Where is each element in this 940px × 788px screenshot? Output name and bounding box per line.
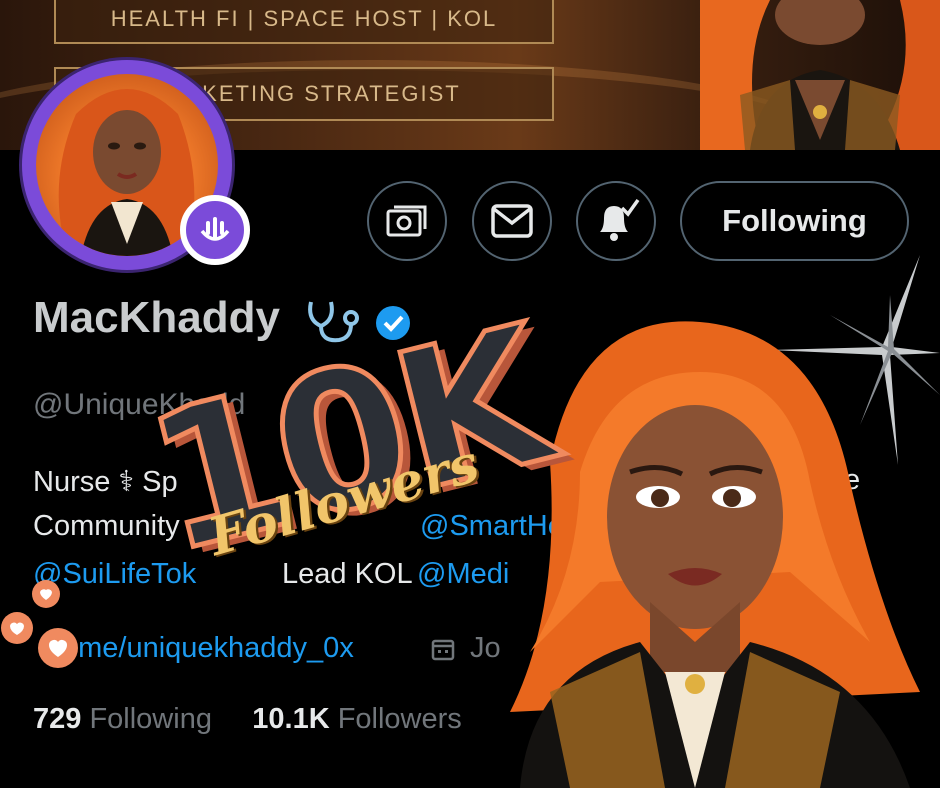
- following-count: 729: [33, 703, 82, 735]
- following-button[interactable]: Following: [680, 181, 909, 261]
- bio-mention-suilifetok[interactable]: @SuiLifeTok: [33, 558, 196, 591]
- verified-badge-icon: [376, 306, 410, 340]
- followers-stat[interactable]: 10.1K Followers: [252, 703, 462, 735]
- follow-stats: 729 Following 10.1K Followers: [33, 703, 462, 736]
- money-icon: [386, 205, 427, 237]
- bio-mention-link[interactable]: @SmartHealth: [420, 510, 611, 543]
- bio-line-1-end: ive: [823, 464, 861, 496]
- display-name: MacKhaddy: [33, 293, 280, 342]
- bio-mention-medi[interactable]: @Medi: [417, 558, 509, 591]
- banner-portrait: [700, 0, 940, 150]
- notifications-button[interactable]: [576, 181, 656, 261]
- stethoscope-icon: [308, 301, 359, 343]
- calendar-icon: [431, 639, 455, 661]
- character-illustration: [510, 321, 920, 788]
- followers-label: Followers: [337, 703, 462, 735]
- message-button[interactable]: [472, 181, 552, 261]
- website-link[interactable]: t.me/uniquekhaddy_0x: [62, 632, 354, 665]
- followers-script-graphic: Followers: [201, 432, 486, 569]
- spaces-host-badge[interactable]: [180, 195, 250, 265]
- tip-button[interactable]: [367, 181, 447, 261]
- followers-count: 10.1K: [252, 703, 330, 735]
- mail-icon: [491, 204, 533, 238]
- bio-line-3-text: Lead KOL: [282, 558, 413, 590]
- bell-check-icon: [600, 198, 640, 241]
- banner-tag-roles: HEALTH FI | SPACE HOST | KOL: [54, 0, 554, 44]
- microphone-waveform-icon: [200, 217, 230, 241]
- joined-date: Jo: [470, 632, 501, 664]
- sparkle-star-icon: [770, 255, 940, 465]
- following-label: Following: [89, 703, 212, 735]
- profile-avatar[interactable]: [22, 60, 250, 270]
- user-handle: @UniqueKhadd: [33, 388, 246, 421]
- following-stat[interactable]: 729 Following: [33, 703, 212, 735]
- bio-line-2: Community: [33, 510, 180, 542]
- bio-line-1: Nurse ⚕ Sp: [33, 466, 178, 498]
